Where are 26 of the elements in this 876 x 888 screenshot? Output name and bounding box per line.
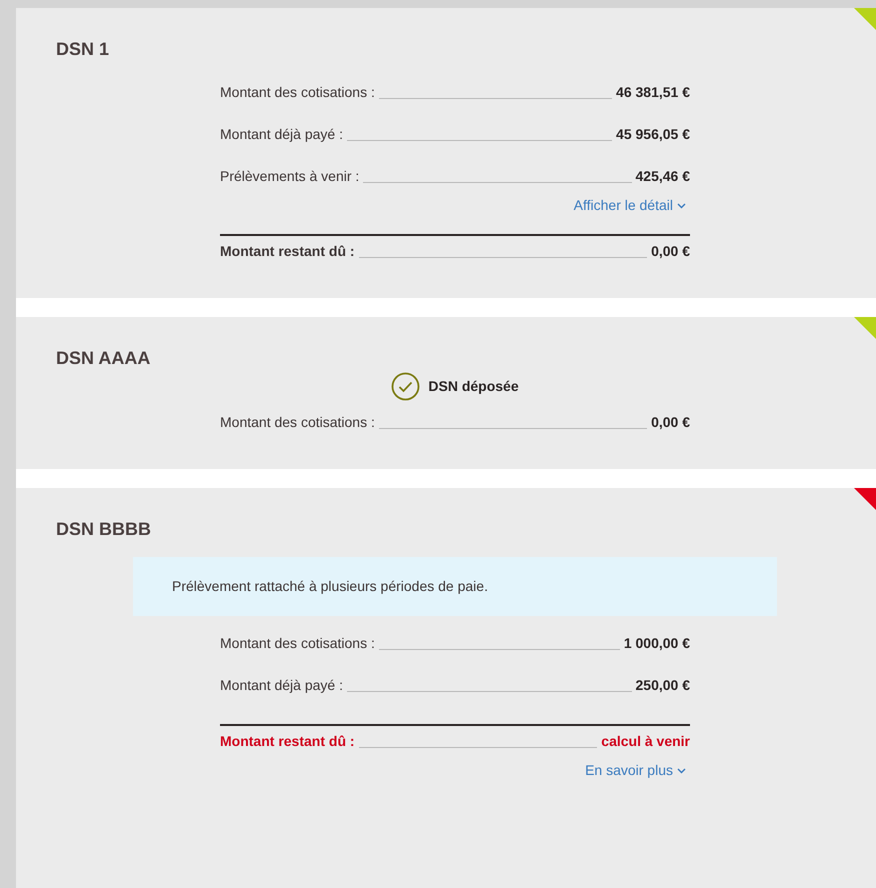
amount-value: 45 956,05 € — [616, 125, 690, 144]
check-circle-icon — [391, 372, 420, 401]
amount-value: 46 381,51 € — [616, 83, 690, 102]
card-title: DSN 1 — [56, 38, 110, 61]
amount-label: Montant restant dû : — [220, 732, 355, 751]
status-label: DSN déposée — [428, 377, 519, 396]
toggle-link[interactable]: Afficher le détail — [574, 195, 686, 216]
amount-value: 0,00 € — [651, 413, 690, 432]
chevron-down-icon — [677, 202, 686, 208]
amount-value: 1 000,00 € — [624, 634, 690, 653]
toggle-link[interactable]: En savoir plus — [585, 760, 686, 781]
amount-label: Prélèvements à venir : — [220, 167, 360, 186]
chevron-down-icon — [677, 768, 686, 774]
amount-label: Montant déjà payé : — [220, 676, 343, 695]
amount-label: Montant des cotisations : — [220, 83, 375, 102]
card-title: DSN AAAA — [56, 347, 152, 370]
amount-label: Montant des cotisations : — [220, 634, 375, 653]
amount-value: 0,00 € — [651, 242, 690, 261]
amount-label: Montant des cotisations : — [220, 413, 375, 432]
info-notice: Prélèvement rattaché à plusieurs périodes de paie. — [133, 557, 777, 616]
amount-label: Montant restant dû : — [220, 242, 355, 261]
card-title: DSN BBBB — [56, 518, 152, 541]
amount-value: calcul à venir — [601, 732, 690, 751]
amount-value: 250,00 € — [636, 676, 690, 695]
amount-value: 425,46 € — [636, 167, 690, 186]
amount-label: Montant déjà payé : — [220, 125, 343, 144]
